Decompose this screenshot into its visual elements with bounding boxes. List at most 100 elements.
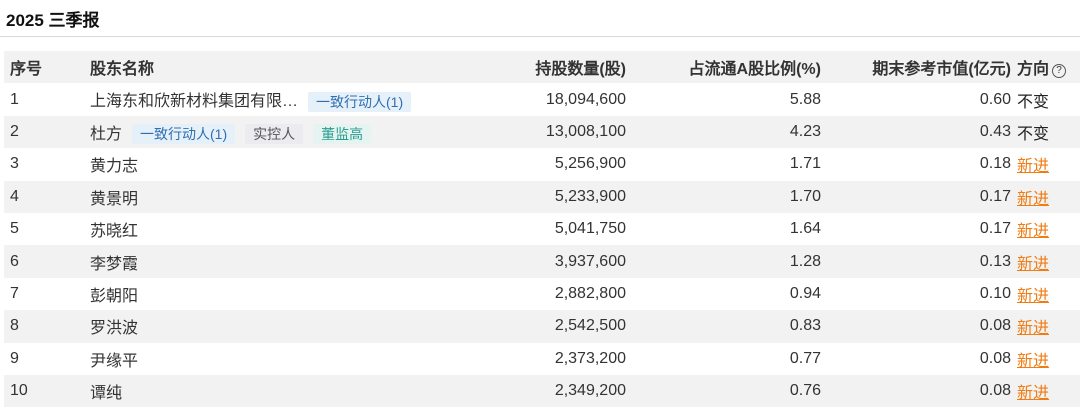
direction-cell: 新进: [1011, 148, 1080, 180]
direction-text: 不变: [1017, 125, 1050, 143]
shareholder-name[interactable]: 谭纯: [90, 385, 122, 402]
table-row: 9 尹缘平 2,373,200 0.77 0.08 新进: [4, 343, 1080, 375]
row-number: 7: [10, 284, 19, 302]
float-share-pct: 0.76: [626, 374, 821, 408]
float-share-pct: 0.77: [789, 349, 821, 367]
direction-text: 不变: [1017, 93, 1050, 111]
table-row: 6 李梦霞 3,937,600 1.28 0.13 新进: [4, 245, 1080, 278]
col-header-no: 序号: [4, 51, 86, 84]
row-number: 8: [4, 310, 86, 343]
market-value: 0.10: [979, 284, 1011, 302]
shareholder-name[interactable]: 杜方: [90, 126, 122, 143]
shareholder-name[interactable]: 李梦霞: [90, 256, 138, 273]
market-value: 0.17: [821, 180, 1011, 213]
direction-link[interactable]: 新进: [1017, 320, 1049, 337]
shareholder-tag[interactable]: 一致行动人(1): [132, 124, 236, 145]
shares-count: 2,542,500: [466, 310, 626, 343]
row-number: 10: [4, 374, 86, 408]
float-share-pct: 4.23: [626, 115, 821, 149]
market-value: 0.43: [821, 115, 1011, 149]
col-header-name: 股东名称: [86, 51, 466, 84]
shareholder-name[interactable]: 罗洪波: [90, 320, 138, 337]
shareholder-cell: 苏晓红: [86, 213, 466, 245]
direction-link[interactable]: 新进: [1017, 223, 1049, 240]
table-row: 3 黄力志 5,256,900 1.71 0.18 新进: [4, 148, 1080, 180]
shareholders-table: 序号 股东名称 持股数量(股) 占流通A股比例(%) 期末参考市值(亿元) 方向…: [4, 51, 1080, 408]
shares-count: 13,008,100: [466, 115, 626, 149]
shareholder-cell: 彭朝阳: [86, 278, 466, 310]
shareholder-tag[interactable]: 实控人: [245, 124, 304, 145]
shareholder-cell: 黄景明: [86, 180, 466, 213]
shares-count: 5,041,750: [554, 220, 626, 238]
table-row: 2 杜方 一致行动人(1) 实控人 董监高 13,008,100 4.23 0.43 不变: [4, 115, 1080, 149]
shares-count: 2,882,800: [554, 284, 626, 302]
shareholder-name[interactable]: 彭朝阳: [90, 288, 138, 305]
row-number: 9: [10, 349, 19, 367]
float-share-pct: 1.70: [626, 180, 821, 213]
direction-cell: 不变: [1011, 115, 1080, 149]
direction-cell: 新进: [1011, 374, 1080, 408]
direction-link[interactable]: 新进: [1017, 256, 1049, 273]
col-header-pct: 占流通A股比例(%): [626, 51, 821, 84]
shareholder-name[interactable]: 上海东和欣新材料集团有限…: [90, 93, 298, 110]
direction-link[interactable]: 新进: [1017, 353, 1049, 370]
table-row: 8 罗洪波 2,542,500 0.83 0.08 新进: [4, 310, 1080, 343]
title-divider: [0, 36, 1080, 37]
float-share-pct: 1.71: [789, 155, 821, 173]
direction-link[interactable]: 新进: [1017, 385, 1049, 402]
row-number: 3: [10, 155, 19, 173]
market-value: 0.08: [979, 349, 1011, 367]
table-row: 5 苏晓红 5,041,750 1.64 0.17 新进: [4, 213, 1080, 245]
direction-cell: 新进: [1011, 278, 1080, 310]
help-icon[interactable]: ?: [1052, 64, 1067, 79]
table-row: 4 黄景明 5,233,900 1.70 0.17 新进: [4, 180, 1080, 213]
shareholder-name[interactable]: 黄景明: [90, 191, 138, 208]
shareholder-cell: 上海东和欣新材料集团有限… 一致行动人(1): [86, 83, 466, 115]
row-number: 1: [10, 90, 19, 108]
market-value: 0.08: [821, 310, 1011, 343]
shareholder-tag[interactable]: 董监高: [313, 124, 372, 145]
direction-cell: 新进: [1011, 310, 1080, 343]
direction-header-label: 方向: [1017, 61, 1050, 79]
row-number: 2: [4, 115, 86, 149]
row-number: 4: [4, 180, 86, 213]
float-share-pct: 1.28: [626, 245, 821, 278]
shareholder-name[interactable]: 苏晓红: [90, 223, 138, 240]
table-header-row: 序号 股东名称 持股数量(股) 占流通A股比例(%) 期末参考市值(亿元) 方向…: [4, 51, 1080, 84]
shares-count: 2,349,200: [466, 374, 626, 408]
direction-link[interactable]: 新进: [1017, 191, 1049, 208]
shares-count: 2,373,200: [554, 349, 626, 367]
float-share-pct: 0.94: [789, 284, 821, 302]
shareholder-cell: 谭纯: [86, 374, 466, 408]
market-value: 0.17: [979, 220, 1011, 238]
report-title: 2025 三季报: [6, 11, 100, 30]
row-number: 6: [4, 245, 86, 278]
table-row: 7 彭朝阳 2,882,800 0.94 0.10 新进: [4, 278, 1080, 310]
direction-link[interactable]: 新进: [1017, 288, 1049, 305]
shareholder-cell: 尹缘平: [86, 343, 466, 375]
row-number: 5: [10, 220, 19, 238]
col-header-shares: 持股数量(股): [466, 51, 626, 84]
table-row: 10 谭纯 2,349,200 0.76 0.08 新进: [4, 374, 1080, 408]
col-header-direction: 方向?: [1011, 51, 1080, 84]
shareholder-name[interactable]: 尹缘平: [90, 353, 138, 370]
shareholder-cell: 罗洪波: [86, 310, 466, 343]
market-value: 0.60: [979, 90, 1011, 108]
market-value: 0.13: [821, 245, 1011, 278]
market-value: 0.08: [821, 374, 1011, 408]
direction-cell: 不变: [1011, 83, 1080, 115]
shares-count: 3,937,600: [466, 245, 626, 278]
shares-count: 5,256,900: [554, 155, 626, 173]
direction-cell: 新进: [1011, 343, 1080, 375]
float-share-pct: 1.64: [789, 220, 821, 238]
direction-cell: 新进: [1011, 213, 1080, 245]
direction-link[interactable]: 新进: [1017, 158, 1049, 175]
float-share-pct: 5.88: [789, 90, 821, 108]
direction-cell: 新进: [1011, 180, 1080, 213]
shareholder-tag[interactable]: 一致行动人(1): [308, 91, 412, 112]
shareholder-name[interactable]: 黄力志: [90, 158, 138, 175]
shares-count: 5,233,900: [466, 180, 626, 213]
col-header-value: 期末参考市值(亿元): [821, 51, 1011, 84]
table-row: 1 上海东和欣新材料集团有限… 一致行动人(1) 18,094,600 5.88 0.60…: [4, 83, 1080, 115]
shareholder-cell: 杜方 一致行动人(1) 实控人 董监高: [86, 115, 466, 149]
